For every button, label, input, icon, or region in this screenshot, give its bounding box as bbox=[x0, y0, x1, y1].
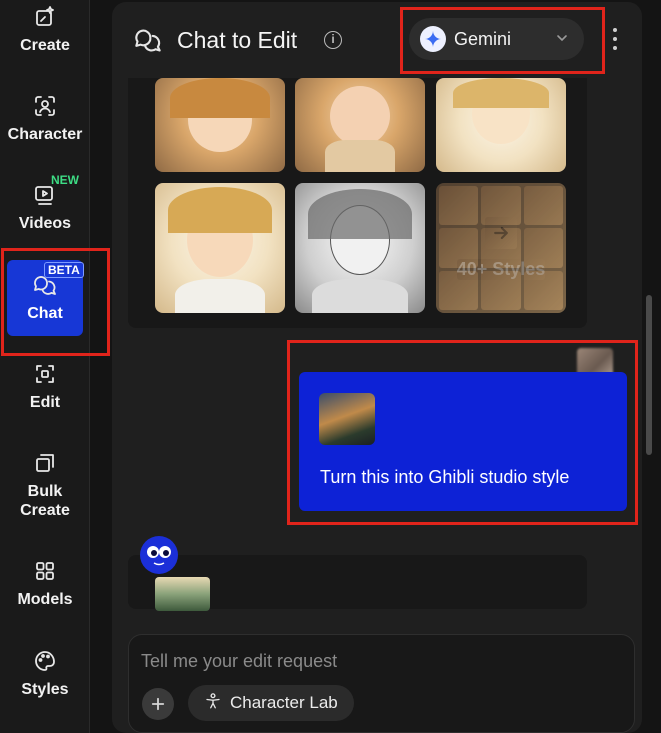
add-attachment-button[interactable] bbox=[142, 688, 174, 720]
sidebar-item-create[interactable]: Create bbox=[0, 4, 90, 55]
sidebar-item-models[interactable]: Models bbox=[0, 558, 90, 609]
style-thumbnail[interactable] bbox=[295, 183, 425, 313]
face-scan-icon bbox=[32, 93, 58, 119]
person-sparkle-icon bbox=[204, 692, 222, 715]
sidebar-item-bulk-create[interactable]: Bulk Create bbox=[0, 450, 90, 520]
sidebar-item-label: Create bbox=[20, 37, 70, 54]
sidebar-item-label: Edit bbox=[29, 394, 61, 411]
page-title: Chat to Edit bbox=[177, 27, 298, 53]
sidebar-item-label: Character bbox=[7, 126, 83, 143]
generated-image[interactable] bbox=[155, 577, 210, 611]
sidebar-item-edit[interactable]: Edit bbox=[0, 361, 90, 412]
more-styles-overlay: 40+ Styles bbox=[436, 183, 566, 313]
character-lab-button[interactable]: Character Lab bbox=[188, 685, 354, 721]
sidebar-item-label: Styles bbox=[21, 681, 69, 698]
video-icon bbox=[32, 182, 58, 208]
more-styles-card[interactable]: 40+ Styles bbox=[436, 183, 566, 313]
chevron-down-icon bbox=[554, 30, 570, 51]
sidebar-item-videos[interactable]: Videos bbox=[0, 182, 90, 233]
arrow-right-icon bbox=[485, 216, 517, 249]
sidebar-item-label: Models bbox=[17, 591, 73, 608]
more-options-icon[interactable] bbox=[610, 28, 620, 50]
user-message-text: Turn this into Ghibli studio style bbox=[320, 467, 570, 487]
edit-request-input[interactable]: Tell me your edit request bbox=[141, 651, 337, 672]
sidebar-item-label: Chat bbox=[27, 305, 63, 322]
style-thumbnail[interactable] bbox=[155, 78, 285, 172]
style-thumbnail[interactable] bbox=[436, 78, 566, 172]
info-icon[interactable]: i bbox=[324, 31, 342, 49]
character-lab-label: Character Lab bbox=[230, 693, 338, 712]
model-name: Gemini bbox=[454, 28, 512, 49]
style-thumbnail[interactable] bbox=[295, 78, 425, 172]
layers-icon bbox=[32, 450, 58, 476]
beta-badge: BETA bbox=[44, 262, 84, 278]
scrollbar-thumb[interactable] bbox=[646, 295, 652, 455]
crop-edit-icon bbox=[32, 361, 58, 387]
sidebar-item-chat[interactable]: Chat bbox=[0, 272, 90, 323]
sparkle-edit-icon bbox=[32, 4, 58, 30]
sidebar: Create Character NEW Videos Chat BETA Ed… bbox=[0, 0, 90, 733]
sidebar-item-label: Bulk Create bbox=[20, 483, 70, 519]
sidebar-item-character[interactable]: Character bbox=[0, 93, 90, 144]
chat-bubbles-icon bbox=[134, 26, 162, 59]
plus-icon bbox=[151, 697, 165, 711]
palette-icon bbox=[32, 648, 58, 674]
sidebar-item-label: Videos bbox=[18, 215, 72, 232]
assistant-avatar bbox=[140, 536, 178, 574]
model-select[interactable]: Gemini bbox=[409, 18, 584, 60]
sidebar-item-styles[interactable]: Styles bbox=[0, 648, 90, 699]
grid-icon bbox=[32, 558, 58, 584]
more-styles-label: 40+ Styles bbox=[456, 258, 546, 280]
gemini-icon bbox=[420, 26, 446, 52]
style-thumbnail[interactable] bbox=[155, 183, 285, 313]
attached-image[interactable] bbox=[319, 393, 375, 445]
